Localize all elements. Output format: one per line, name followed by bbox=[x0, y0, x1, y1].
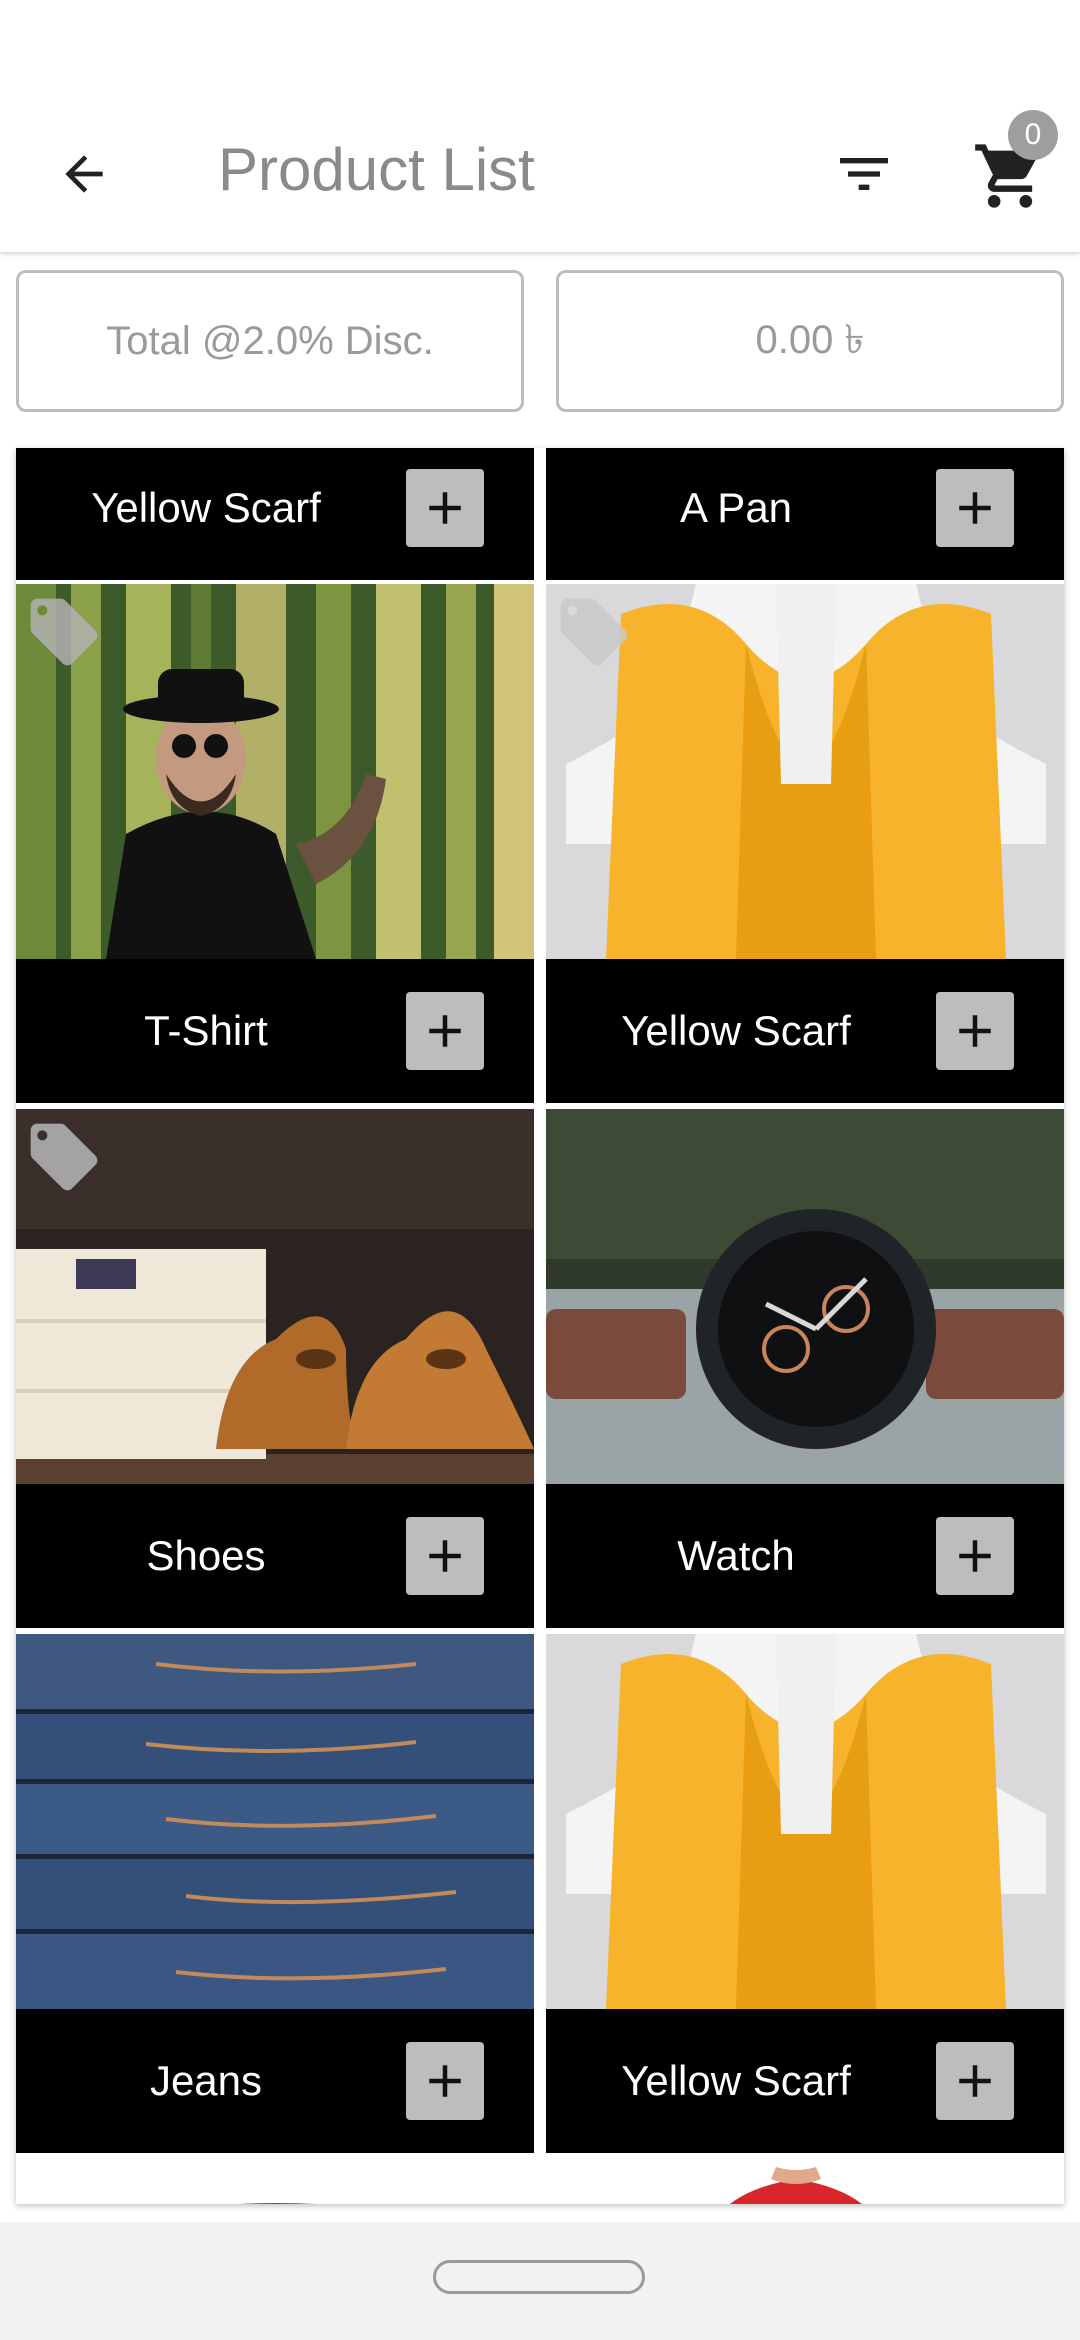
page-title: Product List bbox=[218, 136, 535, 203]
product-bar: Jeans bbox=[16, 2009, 534, 2153]
product-photo-watch bbox=[546, 1109, 1064, 1484]
product-photo-yellow-scarf bbox=[546, 584, 1064, 959]
product-photo-yellow-scarf bbox=[546, 1634, 1064, 2009]
product-bar: T-Shirt bbox=[16, 959, 534, 1103]
product-name: Jeans bbox=[149, 2057, 263, 2104]
product-grid[interactable]: Yellow Scarf A Pan T-Shirt Yellow Scarf … bbox=[16, 448, 1064, 2204]
home-indicator[interactable] bbox=[433, 2260, 645, 2294]
product-card[interactable]: Jeans bbox=[16, 1634, 534, 2153]
arrow-left-icon bbox=[65, 155, 103, 193]
plus-icon bbox=[959, 2065, 991, 2097]
plus-icon bbox=[959, 1015, 991, 1047]
product-bar: Yellow Scarf bbox=[546, 2009, 1064, 2153]
add-to-cart-button[interactable] bbox=[406, 2042, 484, 2120]
add-to-cart-button[interactable] bbox=[936, 2042, 1014, 2120]
system-nav-bar bbox=[0, 2222, 1080, 2340]
product-card[interactable]: Yellow Scarf bbox=[16, 448, 534, 580]
product-photo-shoes bbox=[16, 1109, 534, 1484]
plus-icon bbox=[429, 492, 461, 524]
tag-icon bbox=[560, 598, 628, 666]
product-card[interactable]: Yellow Scarf bbox=[546, 1634, 1064, 2153]
product-name: Shoes bbox=[146, 1532, 266, 1579]
add-to-cart-button[interactable] bbox=[406, 1517, 484, 1595]
add-to-cart-button[interactable] bbox=[406, 992, 484, 1070]
product-name: Yellow Scarf bbox=[621, 1007, 851, 1054]
total-value-field: 0.00 ৳ bbox=[556, 270, 1064, 412]
product-bar: Yellow Scarf bbox=[16, 448, 534, 580]
plus-icon bbox=[959, 1540, 991, 1572]
product-name: Yellow Scarf bbox=[621, 2057, 851, 2104]
product-card[interactable]: Yellow Scarf bbox=[546, 584, 1064, 1103]
add-to-cart-button[interactable] bbox=[936, 469, 1014, 547]
total-label-field: Total @2.0% Disc. bbox=[16, 270, 524, 412]
tag-icon bbox=[30, 1123, 98, 1191]
product-card[interactable]: A Pan bbox=[546, 448, 1064, 580]
product-card[interactable]: Watch bbox=[546, 1109, 1064, 1628]
product-name: A Pan bbox=[679, 484, 793, 531]
product-card[interactable]: T-Shirt bbox=[16, 584, 534, 1103]
product-bar: Shoes bbox=[16, 1484, 534, 1628]
product-photo-tshirt bbox=[16, 584, 534, 959]
add-to-cart-button[interactable] bbox=[406, 469, 484, 547]
add-to-cart-button[interactable] bbox=[936, 992, 1014, 1070]
app-bar: Product List 0 bbox=[0, 0, 1080, 252]
back-button[interactable] bbox=[40, 130, 128, 218]
product-card[interactable] bbox=[16, 2159, 534, 2204]
product-bar: A Pan bbox=[546, 448, 1064, 580]
cart-count-badge: 0 bbox=[1008, 110, 1058, 160]
add-to-cart-button[interactable] bbox=[936, 1517, 1014, 1595]
product-card[interactable]: Shoes bbox=[16, 1109, 534, 1628]
product-bar: Yellow Scarf bbox=[546, 959, 1064, 1103]
product-photo-jeans bbox=[16, 1634, 534, 2009]
product-bar: Watch bbox=[546, 1484, 1064, 1628]
product-name: T-Shirt bbox=[144, 1007, 268, 1054]
filter-icon bbox=[840, 158, 888, 190]
product-card[interactable] bbox=[546, 2159, 1064, 2204]
plus-icon bbox=[959, 492, 991, 524]
plus-icon bbox=[429, 2065, 461, 2097]
product-name: Yellow Scarf bbox=[91, 484, 321, 531]
plus-icon bbox=[429, 1540, 461, 1572]
plus-icon bbox=[429, 1015, 461, 1047]
tag-icon bbox=[30, 598, 98, 666]
product-name: Watch bbox=[677, 1532, 795, 1579]
filter-button[interactable] bbox=[820, 130, 908, 218]
